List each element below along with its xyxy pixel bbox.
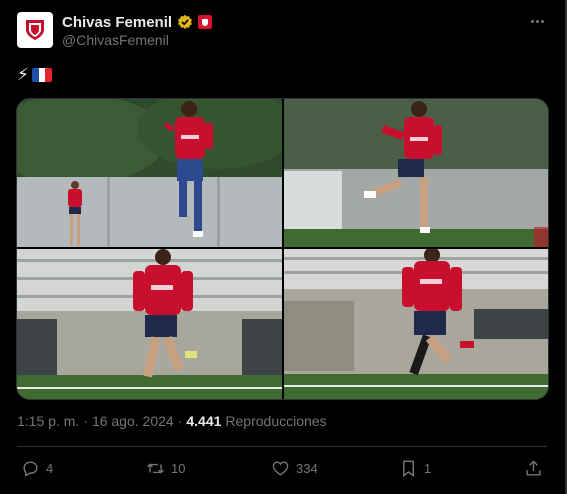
post-metadata: 1:15 p. m. · 16 ago. 2024 · 4.441 Reprod… [17,413,327,429]
club-shield-icon [202,18,209,26]
photo-2-image [284,99,548,247]
author-handle[interactable]: @ChivasFemenil [62,32,169,48]
bookmark-icon [403,460,414,477]
repost-count: 10 [171,460,186,476]
post-container: Chivas Femenil @ChivasFemenil ⚡ 1:15 p. … [0,0,567,494]
photo-4-image [284,249,548,399]
photo-4[interactable] [284,249,548,399]
more-dot-icon [530,19,534,23]
club-affiliation-badge[interactable] [198,15,213,29]
divider [17,446,547,447]
club-crest-icon [26,20,44,40]
photo-1[interactable] [17,99,282,247]
more-options-button[interactable] [527,13,547,29]
more-dot-icon [540,19,544,23]
like-count: 334 [296,460,318,476]
verified-badge-icon[interactable] [177,14,193,30]
bookmark-count: 1 [424,460,432,476]
repost-button[interactable]: 10 [146,455,185,481]
photo-3-image [17,249,282,399]
photo-1-image [17,99,282,247]
like-button[interactable]: 334 [271,455,318,481]
avatar[interactable] [17,12,53,48]
share-button[interactable] [524,455,543,481]
action-bar: 4 10 334 1 [0,455,565,481]
reply-count: 4 [46,460,54,476]
author-row: Chivas Femenil [62,12,213,32]
post-time[interactable]: 1:15 p. m. [17,413,79,429]
bookmark-button[interactable]: 1 [399,455,431,481]
post-date[interactable]: 16 ago. 2024 [92,413,174,429]
reply-button[interactable]: 4 [21,455,53,481]
photo-3[interactable] [17,249,282,399]
share-icon [526,459,541,476]
photo-2[interactable] [284,99,548,247]
author-name[interactable]: Chivas Femenil [62,14,172,31]
france-flag-icon [31,68,52,82]
more-dot-icon [535,19,539,23]
reply-icon [23,460,38,477]
lightning-emoji: ⚡ [17,65,29,84]
meta-separator: · [83,413,88,429]
media-grid [16,98,549,400]
heart-icon [272,460,289,476]
post-text: ⚡ [17,65,52,85]
views-label: Reproducciones [225,413,327,429]
meta-separator: · [177,413,183,429]
view-count: 4.441 [186,413,222,429]
repost-icon [147,463,164,473]
